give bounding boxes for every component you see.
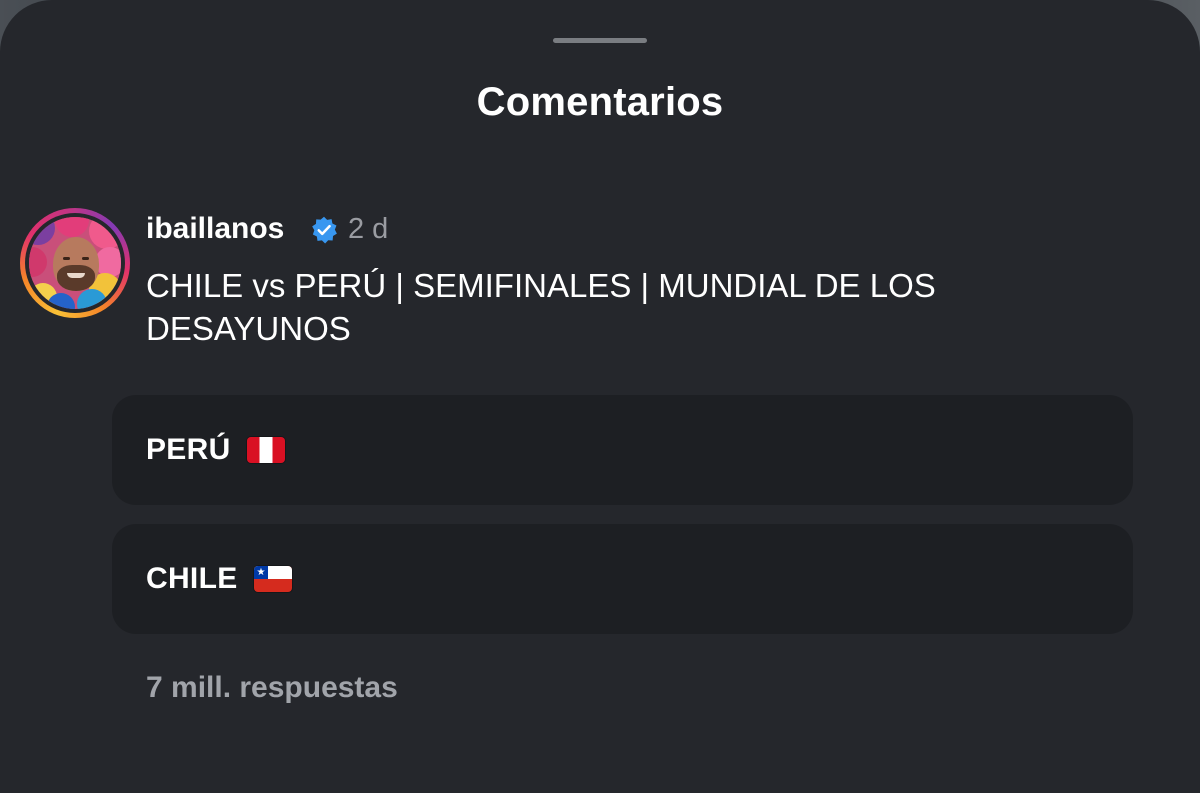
peru-flag-icon <box>246 437 285 463</box>
comments-sheet: Comentarios ibaillanos 2 d CHILE vs PERÚ… <box>0 0 1200 793</box>
ball-decoration <box>55 217 89 237</box>
sheet-grab-handle[interactable] <box>553 38 647 43</box>
avatar <box>29 217 121 309</box>
chile-flag-icon: ★ <box>253 566 292 592</box>
face-illustration <box>53 237 99 291</box>
sheet-title: Comentarios <box>476 80 724 124</box>
ball-decoration <box>29 217 55 245</box>
verified-badge-icon <box>312 216 337 244</box>
ball-decoration <box>89 217 121 249</box>
star-icon: ★ <box>256 567 266 578</box>
comment-timestamp: 2 d <box>348 213 389 245</box>
story-ring-avatar[interactable] <box>20 208 130 318</box>
eye-shape <box>82 257 89 260</box>
poll-option-peru[interactable]: PERÚ <box>112 395 1133 505</box>
mouth-shape <box>67 273 85 278</box>
eye-shape <box>63 257 70 260</box>
poll-option-chile[interactable]: CHILE ★ <box>112 524 1133 634</box>
poll-option-label: PERÚ <box>146 433 231 466</box>
ball-decoration <box>29 247 47 277</box>
comment-text: CHILE vs PERÚ | SEMIFINALES | MUNDIAL DE… <box>146 267 936 347</box>
beard-shape <box>57 265 95 291</box>
view-replies-link[interactable]: 7 mill. respuestas <box>146 671 398 705</box>
ball-decoration <box>47 293 75 309</box>
poll-option-label: CHILE <box>146 562 238 595</box>
comment-username[interactable]: ibaillanos <box>146 212 284 246</box>
